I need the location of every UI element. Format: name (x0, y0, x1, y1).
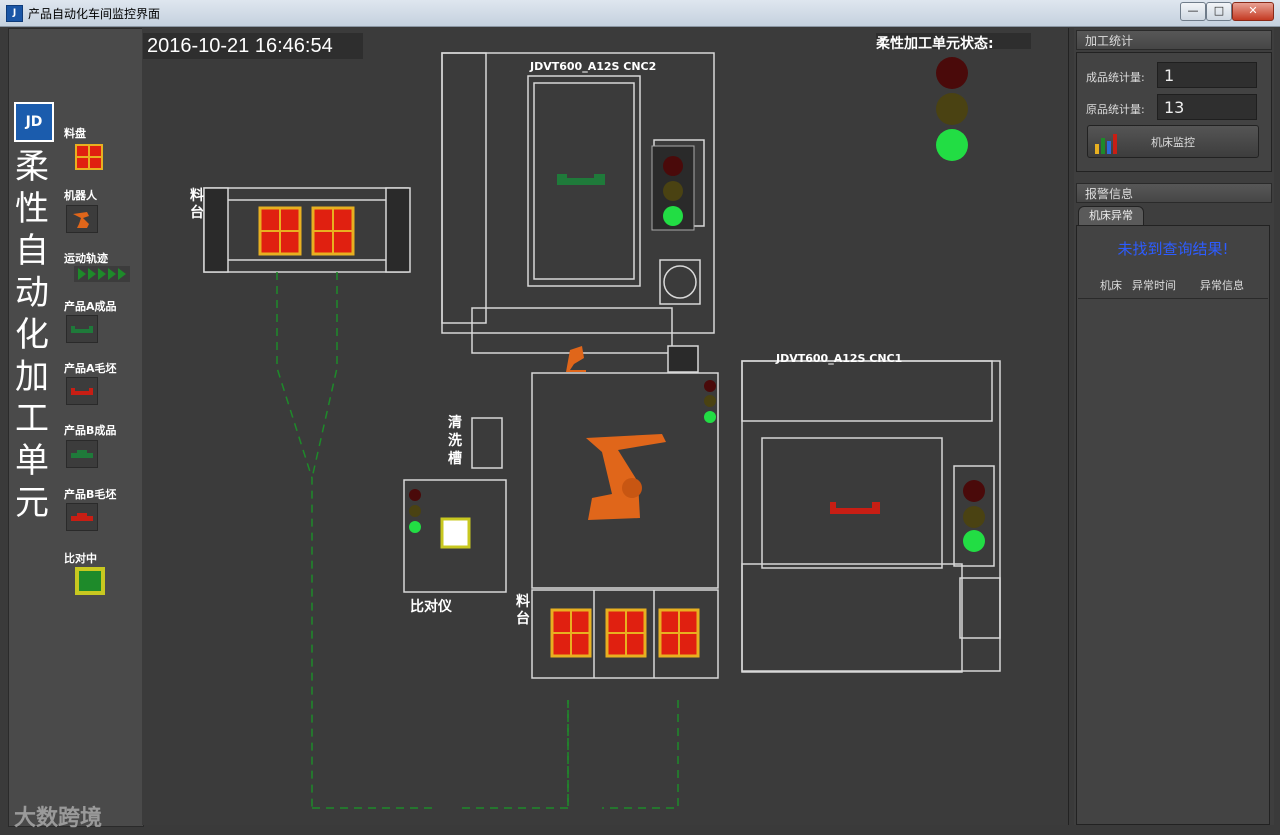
comparator-label: 比对仪 (410, 599, 452, 615)
stats-section-title: 加工统计 (1076, 30, 1272, 50)
wash-tank-label: 清洗槽 (448, 415, 462, 467)
watermark: 大数跨境 (14, 806, 103, 831)
robot-arm-icon (586, 434, 666, 520)
window-titlebar: J 产品自动化车间监控界面 — □ ✕ (0, 0, 1280, 27)
cnc1-label: JDVT600_A12S CNC1 (776, 352, 903, 365)
alarm-list (1076, 225, 1270, 825)
legend-label-tray: 料盘 (64, 127, 86, 140)
legend-label-product-b-finished: 产品B成品 (64, 424, 117, 437)
column-header-info[interactable]: 异常信息 (1200, 277, 1244, 293)
tray-icon (75, 144, 103, 170)
bar-chart-icon (1094, 132, 1118, 167)
alarm-section-title: 报警信息 (1076, 183, 1272, 203)
title-char: 元 (15, 483, 49, 523)
window-title: 产品自动化车间监控界面 (28, 7, 161, 21)
finished-count-field: 1 (1157, 62, 1257, 88)
robot-icon (66, 205, 98, 233)
title-char: 化 (15, 315, 49, 355)
no-result-message: 未找到查询结果! (1117, 240, 1229, 258)
legend-label-product-a-finished: 产品A成品 (64, 300, 117, 313)
product-b-blank-icon (66, 503, 98, 531)
finished-count-label: 成品统计量: (1086, 71, 1145, 84)
machine-monitor-label: 机床监控 (1151, 136, 1195, 149)
machine-monitor-button[interactable]: 机床监控 (1087, 125, 1259, 158)
close-button[interactable]: ✕ (1232, 2, 1274, 21)
motion-track-icon (74, 266, 130, 282)
title-char: 自 (15, 231, 49, 271)
wash-tank-shape (471, 417, 503, 469)
legend-label-robot: 机器人 (64, 189, 97, 202)
app-icon: J (6, 5, 23, 22)
title-char: 单 (15, 441, 49, 481)
blank-count-label: 原品统计量: (1086, 103, 1145, 116)
title-char: 工 (15, 399, 49, 439)
title-char: 动 (15, 273, 49, 313)
title-char: 柔 (15, 147, 49, 187)
bottom-tray-station-label: 料台 (516, 594, 530, 627)
tab-machine-exception[interactable]: 机床异常 (1078, 206, 1144, 226)
legend-label-product-a-blank: 产品A毛坯 (64, 362, 117, 375)
bottom-trays (550, 608, 700, 658)
maximize-button[interactable]: □ (1206, 2, 1232, 21)
column-header-machine[interactable]: 机床 (1100, 277, 1122, 293)
title-char: 性 (15, 189, 49, 229)
vertical-title: 柔 性 自 动 化 加 工 单 元 (12, 146, 52, 524)
jd-logo: JD (14, 102, 54, 142)
minimize-button[interactable]: — (1180, 2, 1206, 21)
legend-label-track: 运动轨迹 (64, 252, 108, 265)
product-b-finished-icon (66, 440, 98, 468)
product-a-finished-icon (66, 315, 98, 343)
column-header-time[interactable]: 异常时间 (1132, 277, 1176, 293)
top-tray-station-label: 料台 (190, 188, 204, 221)
layout-drawing (203, 52, 1001, 809)
comparing-icon (75, 567, 105, 595)
blank-count-field: 13 (1157, 94, 1257, 120)
cnc2-label: JDVT600_A12S CNC2 (530, 60, 657, 73)
product-a-blank-icon (66, 377, 98, 405)
top-trays (258, 206, 355, 256)
title-char: 加 (15, 357, 49, 397)
column-header-divider (1078, 298, 1268, 299)
legend-label-product-b-blank: 产品B毛坯 (64, 488, 117, 501)
legend-label-comparing: 比对中 (64, 552, 97, 565)
